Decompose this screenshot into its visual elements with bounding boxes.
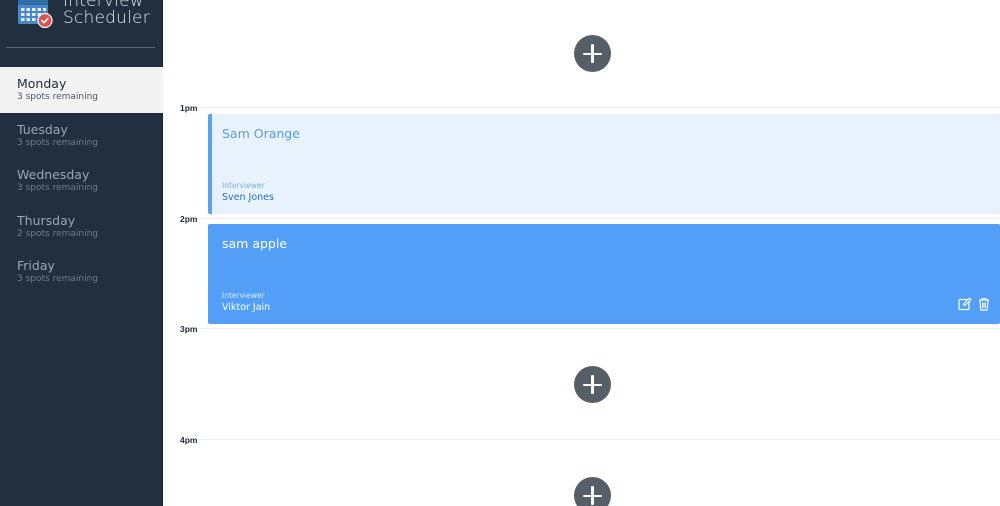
day-list: Monday 3 spots remaining Tuesday 3 spots… [0,67,163,295]
interviewer-name: Sven Jones [222,192,274,203]
hour-label: 4pm [180,435,198,445]
edit-icon[interactable] [958,297,972,311]
day-name: Wednesday [17,167,90,182]
app-title: Interview Scheduler [63,0,150,27]
student-name: Sam Orange [222,126,300,141]
hour-divider [198,107,1000,108]
day-spots: 2 spots remaining [17,228,99,239]
sidebar: Interview Scheduler Monday 3 spots remai… [0,0,163,506]
appointment-card[interactable]: Sam Orange Interviewer Sven Jones [208,114,1000,214]
day-name: Friday [17,258,55,273]
day-spots: 3 spots remaining [17,92,99,102]
appointment-actions [958,297,991,311]
app-title-line2: Scheduler [63,8,150,28]
day-item-wednesday[interactable]: Wednesday 3 spots remaining [0,158,163,204]
hour-label: 1pm [180,103,198,113]
day-item-friday[interactable]: Friday 3 spots remaining [0,249,163,295]
day-spots: 3 spots remaining [17,183,99,193]
hour-divider [198,218,1000,219]
day-item-monday[interactable]: Monday 3 spots remaining [0,67,163,113]
hour-label: 2pm [180,214,198,224]
student-name: sam apple [222,236,288,251]
add-appointment-button[interactable] [574,477,611,506]
schedule: 1pm Sam Orange Interviewer Sven Jones 2p… [163,0,1000,506]
day-item-thursday[interactable]: Thursday 2 spots remaining [0,204,163,250]
interviewer-label: Interviewer [222,291,265,300]
interviewer-name: Viktor Jain [222,302,271,313]
interviewer-label: Interviewer [222,181,265,190]
day-name: Thursday [17,212,76,228]
day-item-tuesday[interactable]: Tuesday 3 spots remaining [0,113,163,159]
day-spots: 3 spots remaining [17,137,99,148]
day-name: Tuesday [17,121,68,137]
trash-icon[interactable] [977,297,991,311]
sidebar-divider [6,47,155,48]
hour-divider [198,328,1000,329]
interview-scheduler-app: Interview Scheduler Monday 3 spots remai… [0,0,1000,506]
hour-divider [198,439,1000,440]
day-spots: 3 spots remaining [17,274,99,284]
add-appointment-button[interactable] [574,366,611,403]
add-appointment-button[interactable] [574,35,611,72]
hour-label: 3pm [180,324,198,334]
calendar-check-icon [18,0,53,28]
appointment-card[interactable]: sam apple Interviewer Viktor Jain [208,224,1000,324]
brand: Interview Scheduler [17,0,163,38]
day-name: Monday [17,76,67,91]
